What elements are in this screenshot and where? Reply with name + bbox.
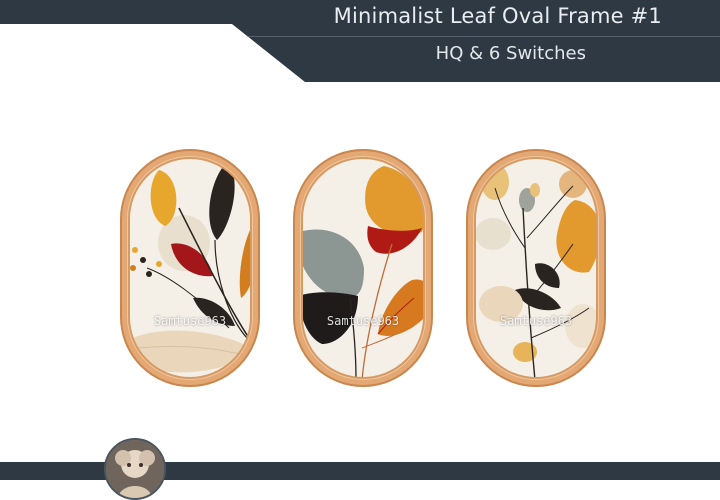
watermark-text: Samtuse963 [326,314,400,328]
watermark-text: Samtuse963 [499,314,573,328]
frame-3-artwork [466,149,606,387]
oval-frame-3[interactable]: Samtuse963 [465,148,607,388]
frame-2-artwork [293,149,433,387]
page-subtitle: HQ & 6 Switches [435,43,586,64]
page-title: Minimalist Leaf Oval Frame #1 [333,4,662,28]
oval-frame-2[interactable]: Samtuse963 [292,148,434,388]
watermark-text: Samtuse963 [153,314,227,328]
avatar-image [106,440,164,498]
oval-frame-1[interactable]: Samtuse963 [119,148,261,388]
header-banner: Minimalist Leaf Oval Frame #1 HQ & 6 Swi… [0,0,720,82]
avatar[interactable] [104,438,166,500]
banner-divider [248,36,720,37]
frame-1-artwork [120,149,260,387]
